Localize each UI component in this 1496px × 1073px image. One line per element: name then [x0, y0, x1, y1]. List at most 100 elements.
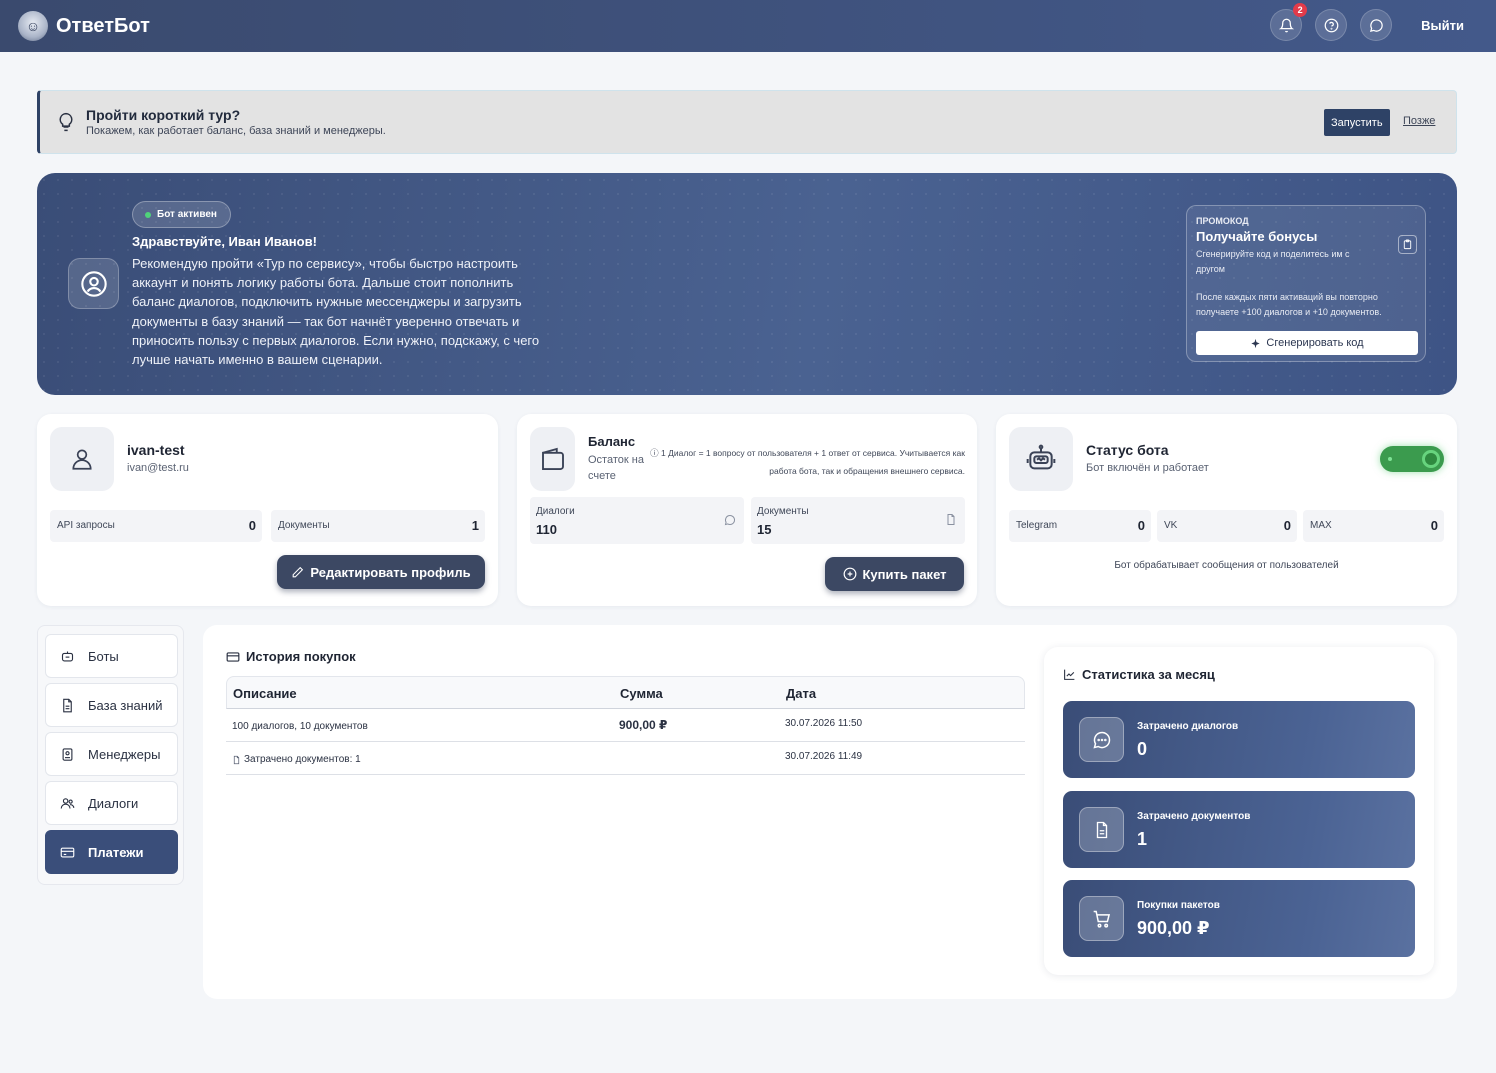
api-requests-stat: API запросы 0	[50, 510, 262, 542]
robot-icon	[1026, 444, 1056, 470]
balance-subtitle: Остаток на счете	[588, 454, 644, 482]
notifications-button[interactable]: 2	[1270, 3, 1308, 41]
sidebar-item-managers[interactable]: Менеджеры	[45, 732, 178, 776]
profile-username: ivan-test	[127, 442, 185, 458]
pencil-icon	[293, 566, 304, 577]
profile-card: ivan-test ivan@test.ru API запросы 0 Док…	[37, 414, 498, 606]
monthly-stats-title-label: Статистика за месяц	[1082, 667, 1215, 682]
column-description: Описание	[233, 686, 297, 701]
clipboard-icon	[1403, 239, 1412, 250]
stat-label: Документы	[278, 520, 330, 531]
top-bar: ☺ ОтветБот 2 Выйти	[0, 0, 1496, 52]
sidebar-item-label: Платежи	[88, 844, 144, 860]
greeting: Здравствуйте, Иван Иванов!	[132, 234, 317, 249]
promo-note: После каждых пяти активаций вы повторно …	[1196, 292, 1382, 317]
sidebar-item-label: База знаний	[88, 697, 163, 713]
profile-avatar	[50, 427, 114, 491]
tour-later-link[interactable]: Позже	[1403, 115, 1435, 127]
credit-card-icon	[60, 847, 75, 857]
document-icon	[947, 514, 955, 525]
bot-status-pill: Бот активен	[132, 201, 231, 228]
column-date: Дата	[786, 686, 817, 701]
copy-button[interactable]	[1398, 235, 1417, 254]
robot-logo-icon[interactable]: ☺	[18, 11, 48, 41]
generate-code-button[interactable]: Сгенерировать код	[1196, 331, 1418, 355]
user-icon	[72, 449, 92, 470]
table-row[interactable]: Затрачено документов: 1 30.07.2026 11:49	[226, 742, 1025, 775]
user-circle-icon	[80, 270, 107, 297]
documents-stat: Документы 1	[271, 510, 485, 542]
stat-label: MAX	[1310, 520, 1332, 531]
bot-status-subtitle: Бот включён и работает	[1086, 462, 1209, 474]
sidebar-item-label: Боты	[88, 648, 119, 664]
stat-icon-box	[1079, 807, 1124, 852]
payments-panel: История покупок Описание Сумма Дата 100 …	[203, 625, 1457, 999]
badge-icon	[62, 747, 73, 761]
stat-card-value: 900,00 ₽	[1137, 918, 1210, 938]
row-description: Затрачено документов: 1	[244, 754, 361, 765]
balance-documents-stat: Документы 15	[751, 497, 965, 544]
stat-label: VK	[1164, 520, 1178, 531]
table-header: Описание Сумма Дата	[226, 676, 1025, 709]
stat-icon-box	[1079, 896, 1124, 941]
dialogs-value: 110	[536, 522, 557, 537]
bot-status-card: Статус бота Бот включён и работает Teleg…	[996, 414, 1457, 606]
telegram-stat: Telegram 0	[1009, 510, 1151, 542]
row-description: 100 диалогов, 10 документов	[232, 721, 368, 732]
promo-subtitle: Сгенерируйте код и поделитесь им с друго…	[1196, 249, 1350, 274]
lightbulb-icon	[59, 112, 73, 132]
profile-email: ivan@test.ru	[127, 462, 189, 474]
document-icon	[233, 755, 240, 764]
monthly-stats-card: Статистика за месяц Затрачено диалогов 0…	[1044, 647, 1434, 975]
dialogs-stat: Диалоги 110	[530, 497, 744, 544]
brand-name[interactable]: ОтветБот	[56, 15, 150, 38]
column-amount: Сумма	[620, 686, 663, 701]
wallet-icon	[541, 447, 564, 470]
sidebar-item-knowledge-base[interactable]: База знаний	[45, 683, 178, 727]
vk-stat: VK 0	[1157, 510, 1297, 542]
tour-title: Пройти короткий тур?	[86, 107, 241, 123]
wallet-box	[530, 427, 575, 491]
bot-toggle[interactable]	[1380, 446, 1444, 472]
stat-card-value: 0	[1137, 739, 1148, 759]
sidebar-item-dialogs[interactable]: Диалоги	[45, 781, 178, 825]
header-actions: 2 Выйти	[1270, 3, 1464, 41]
sidebar-item-payments[interactable]: Платежи	[45, 830, 178, 874]
promo-label: ПРОМОКОД	[1196, 216, 1249, 226]
monthly-stats-title: Статистика за месяц	[1063, 667, 1215, 682]
table-row[interactable]: 100 диалогов, 10 документов 900,00 ₽ 30.…	[226, 709, 1025, 742]
balance-card: Баланс Остаток на счете ⓘ 1 Диалог = 1 в…	[517, 414, 977, 606]
welcome-hero: Бот активен Здравствуйте, Иван Иванов! Р…	[37, 173, 1457, 395]
stat-value: 0	[1283, 518, 1291, 533]
max-stat: MAX 0	[1303, 510, 1444, 542]
edit-profile-button[interactable]: Редактировать профиль	[277, 555, 485, 589]
sidebar-item-label: Менеджеры	[88, 746, 161, 762]
chat-icon	[1369, 18, 1383, 32]
stat-value: 0	[248, 518, 256, 533]
document-icon	[63, 698, 72, 712]
documents-value: 15	[757, 522, 772, 537]
help-icon	[1324, 18, 1339, 32]
hero-text: Рекомендую пройти «Тур по сервису», чтоб…	[132, 256, 540, 368]
logout-button[interactable]: Выйти	[1421, 18, 1464, 33]
sidebar-item-bots[interactable]: Боты	[45, 634, 178, 678]
notification-badge: 2	[1293, 3, 1308, 17]
chat-button[interactable]	[1360, 9, 1393, 41]
promo-title: Получайте бонусы	[1196, 229, 1318, 244]
tour-start-button[interactable]: Запустить	[1324, 109, 1390, 136]
chat-icon	[1092, 731, 1110, 749]
bot-status-footer: Бот обрабатывает сообщения от пользовате…	[1114, 560, 1339, 571]
stat-card-label: Покупки пакетов	[1137, 900, 1220, 911]
purchases-title: История покупок	[226, 649, 356, 664]
buy-package-button[interactable]: Купить пакет	[825, 557, 964, 591]
toggle-indicator	[1388, 457, 1392, 461]
sparkle-icon	[1251, 338, 1261, 348]
sidebar-item-label: Диалоги	[88, 795, 139, 811]
bot-status-pill-label: Бот активен	[157, 209, 217, 220]
promo-card: ПРОМОКОД Получайте бонусы Сгенерируйте к…	[1186, 205, 1426, 362]
help-button[interactable]	[1315, 9, 1348, 41]
bell-icon	[1278, 18, 1294, 32]
generate-code-label: Сгенерировать код	[1266, 337, 1364, 349]
documents-spent-card: Затрачено документов 1	[1063, 791, 1415, 868]
tour-banner: Пройти короткий тур? Покажем, как работа…	[37, 90, 1457, 154]
